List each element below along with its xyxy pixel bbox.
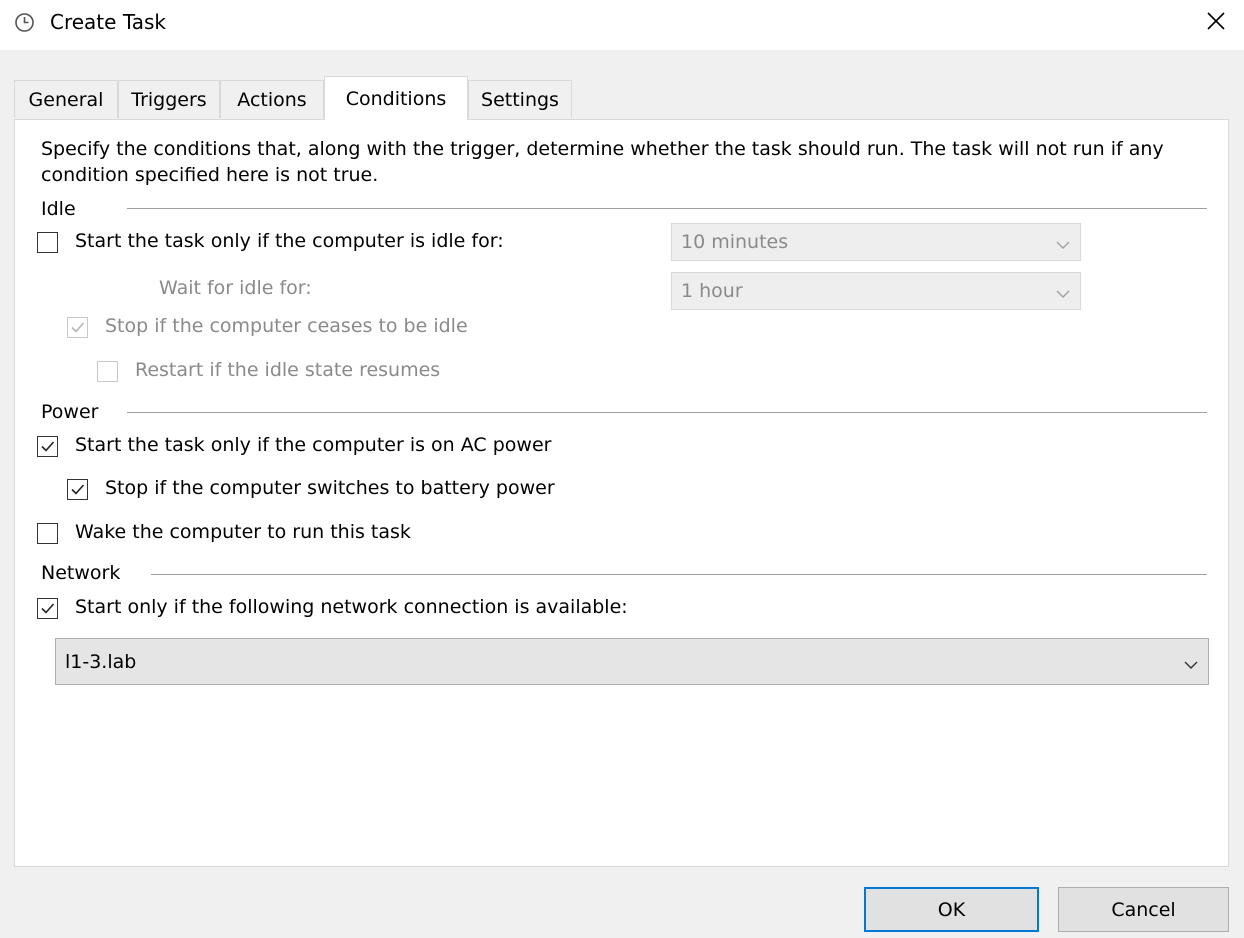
- restart-if-idle-checkbox[interactable]: [97, 361, 118, 382]
- tab-settings[interactable]: Settings: [468, 80, 572, 118]
- checkmark-icon: [71, 484, 85, 495]
- tab-label: Triggers: [131, 88, 207, 111]
- ok-button-label: OK: [937, 898, 966, 921]
- idle-duration-select[interactable]: 10 minutes: [671, 223, 1081, 261]
- cancel-button[interactable]: Cancel: [1058, 887, 1229, 932]
- tab-triggers[interactable]: Triggers: [118, 80, 220, 118]
- wake-to-run-label: Wake the computer to run this task: [75, 521, 411, 543]
- chevron-down-icon: [1183, 655, 1199, 677]
- ac-power-checkbox[interactable]: [37, 436, 58, 457]
- network-connection-value: l1-3.lab: [65, 650, 137, 673]
- restart-if-idle-label: Restart if the idle state resumes: [135, 359, 441, 381]
- conditions-description: Specify the conditions that, along with …: [41, 138, 1164, 186]
- stop-on-battery-label: Stop if the computer switches to battery…: [105, 477, 555, 499]
- title-bar: Create Task: [0, 0, 1244, 50]
- close-icon: [1206, 11, 1226, 36]
- network-connection-select[interactable]: l1-3.lab: [55, 638, 1209, 685]
- window-title: Create Task: [50, 10, 166, 34]
- tab-label: General: [28, 88, 104, 111]
- chevron-down-icon: [1055, 284, 1071, 306]
- stop-on-battery-checkbox[interactable]: [67, 479, 88, 500]
- checkmark-icon: [71, 322, 85, 333]
- wait-for-idle-label: Wait for idle for:: [159, 277, 312, 299]
- checkmark-icon: [41, 441, 55, 452]
- tab-label: Conditions: [345, 87, 447, 110]
- network-group-divider: [151, 574, 1207, 575]
- start-if-idle-label: Start the task only if the computer is i…: [75, 230, 504, 252]
- idle-duration-value: 10 minutes: [681, 231, 789, 253]
- tab-label: Settings: [481, 88, 559, 111]
- wake-to-run-checkbox[interactable]: [37, 523, 58, 544]
- stop-if-not-idle-label: Stop if the computer ceases to be idle: [105, 315, 468, 337]
- close-button[interactable]: [1188, 0, 1244, 46]
- network-condition-checkbox[interactable]: [37, 598, 58, 619]
- wait-duration-select[interactable]: 1 hour: [671, 272, 1081, 310]
- clock-icon: [14, 12, 35, 33]
- tab-conditions[interactable]: Conditions: [324, 76, 468, 120]
- tab-actions[interactable]: Actions: [220, 80, 324, 118]
- idle-group-title: Idle: [41, 198, 84, 220]
- checkmark-icon: [41, 603, 55, 614]
- conditions-panel: Specify the conditions that, along with …: [14, 119, 1229, 867]
- tab-label: Actions: [237, 88, 307, 111]
- network-condition-label: Start only if the following network conn…: [75, 596, 628, 618]
- power-group-title: Power: [41, 401, 107, 423]
- ok-button[interactable]: OK: [864, 887, 1039, 932]
- cancel-button-label: Cancel: [1111, 898, 1176, 921]
- stop-if-not-idle-checkbox[interactable]: [67, 317, 88, 338]
- tab-general[interactable]: General: [14, 80, 118, 118]
- wait-duration-value: 1 hour: [681, 280, 743, 302]
- power-group-divider: [127, 412, 1207, 413]
- chevron-down-icon: [1055, 235, 1071, 257]
- idle-group-divider: [127, 208, 1207, 209]
- ac-power-label: Start the task only if the computer is o…: [75, 434, 552, 456]
- network-group-title: Network: [41, 562, 129, 584]
- start-if-idle-checkbox[interactable]: [37, 232, 58, 253]
